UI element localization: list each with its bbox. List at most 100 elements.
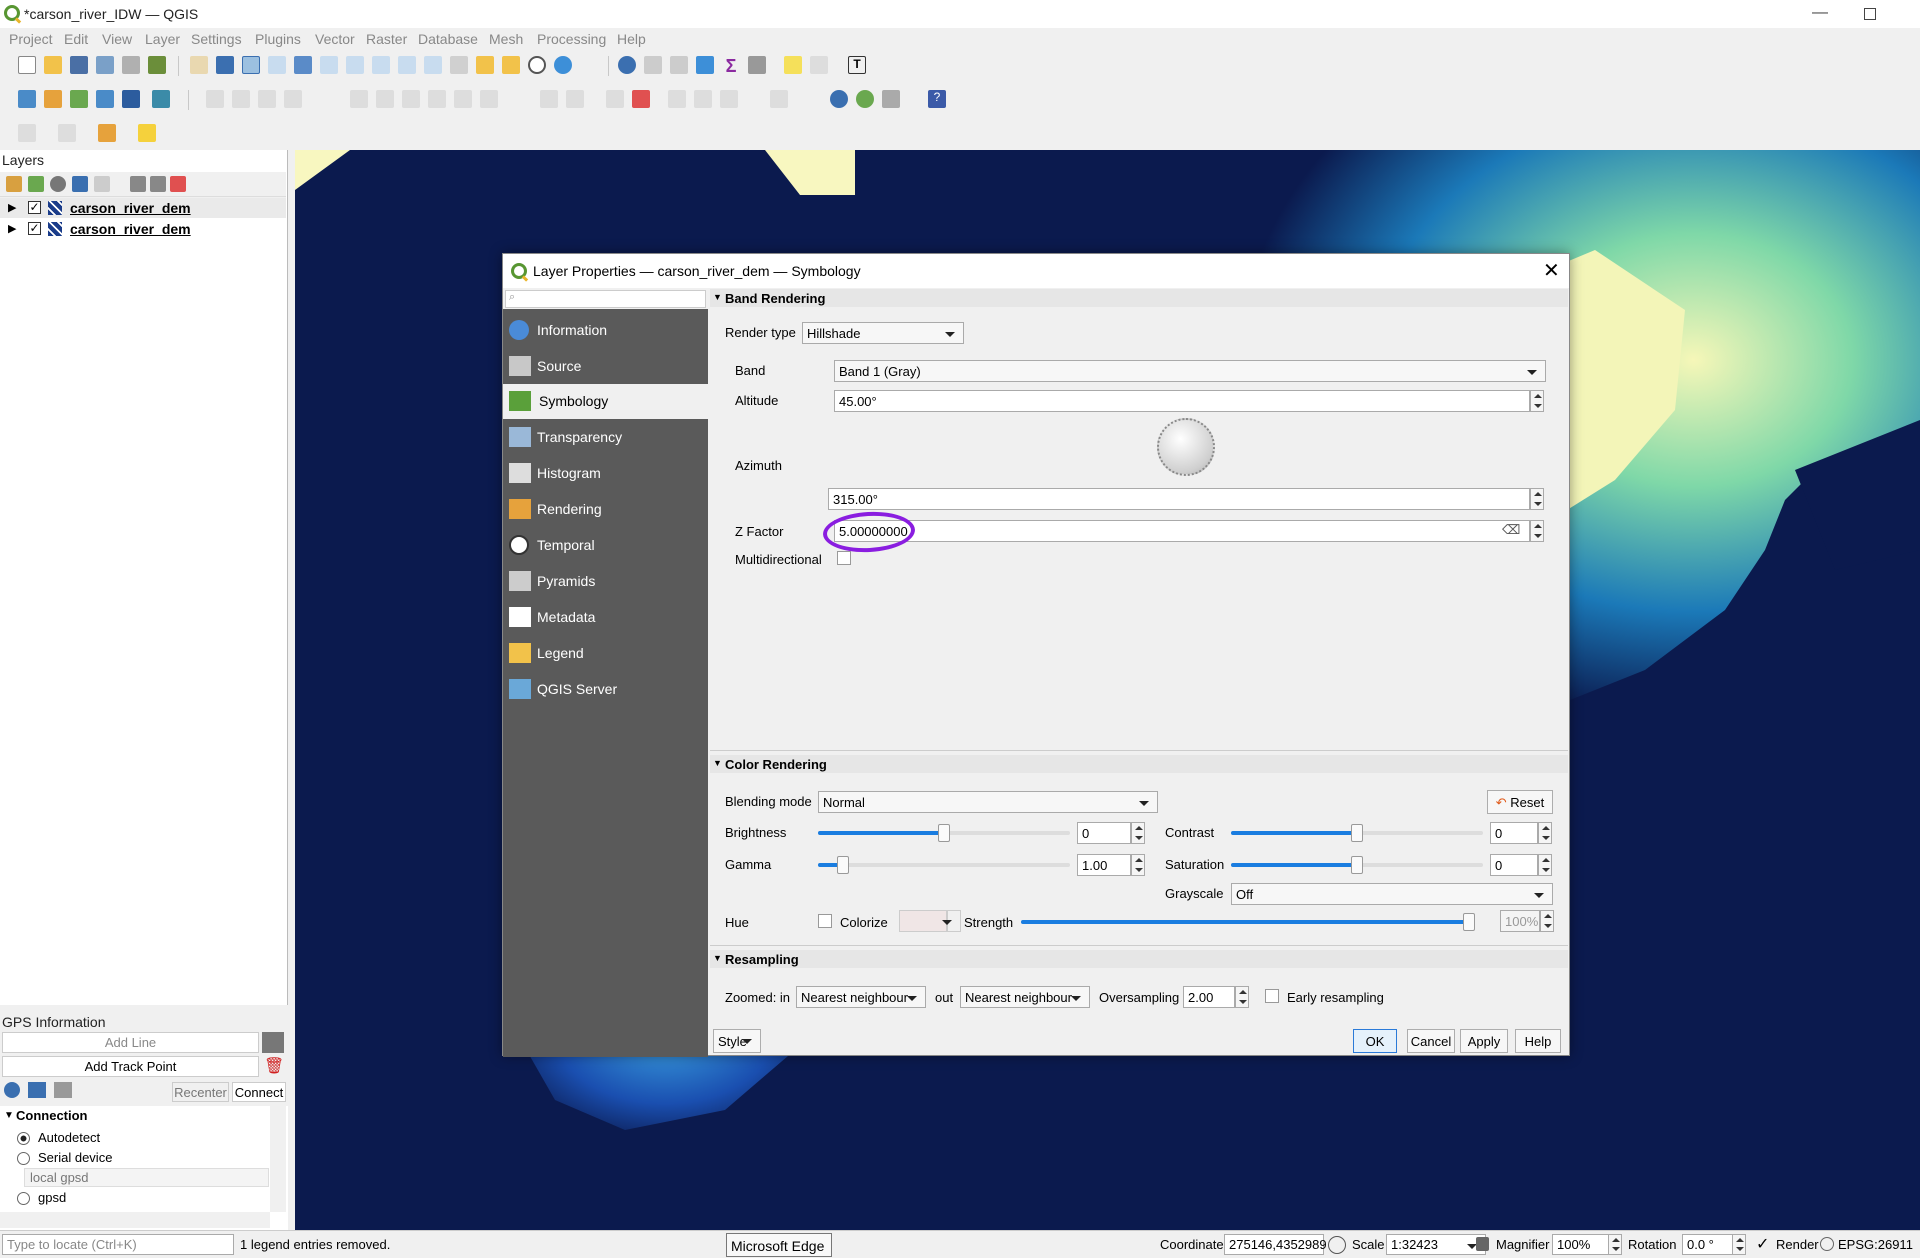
text-annotation-icon[interactable]: T (848, 56, 866, 74)
brightness-field[interactable]: 0 (1077, 822, 1131, 844)
collapse-arrow-icon[interactable]: ▼ (713, 953, 722, 963)
nav-histogram[interactable]: Histogram (503, 456, 708, 491)
ok-button[interactable]: OK (1353, 1029, 1397, 1053)
label-abc-icon[interactable] (632, 90, 650, 108)
gps-info-icon[interactable] (4, 1082, 20, 1098)
zoom-next-icon[interactable] (424, 56, 442, 74)
toggle-editing-icon[interactable] (206, 90, 224, 108)
nav-transparency[interactable]: Transparency (503, 420, 708, 455)
temporal-controller-icon[interactable] (528, 56, 546, 74)
zoom-native-icon[interactable] (372, 56, 390, 74)
layer-2-name[interactable]: carson_river_dem (70, 221, 191, 237)
contrast-field[interactable]: 0 (1490, 822, 1538, 844)
strength-spin[interactable] (1540, 910, 1554, 932)
collapse-all-icon[interactable] (150, 176, 166, 192)
nav-qgis-server[interactable]: QGIS Server (503, 672, 708, 707)
altitude-field[interactable]: 45.00° (834, 390, 1530, 412)
strength-field[interactable]: 100% (1500, 910, 1540, 932)
zfactor-field[interactable]: 5.00000000 (834, 520, 1530, 542)
crs-globe-icon[interactable] (1820, 1237, 1834, 1251)
radio-serial-device[interactable] (17, 1152, 30, 1165)
add-track-point-button[interactable]: Add Track Point (2, 1056, 259, 1077)
brightness-spin[interactable] (1131, 822, 1145, 844)
oversampling-field[interactable]: 2.00 (1183, 986, 1235, 1008)
cancel-button[interactable]: Cancel (1407, 1029, 1455, 1053)
label-rotate-icon[interactable] (694, 90, 712, 108)
label-icon[interactable] (540, 90, 558, 108)
label-change-icon[interactable] (720, 90, 738, 108)
apply-button[interactable]: Apply (1460, 1029, 1508, 1053)
edit-pencil-icon[interactable] (232, 90, 250, 108)
data-source-manager-icon[interactable] (18, 90, 36, 108)
print-layout-icon[interactable] (122, 56, 140, 74)
resampling-header-bar[interactable]: ▼ Resampling (710, 950, 1568, 968)
grayscale-select[interactable]: Off (1231, 883, 1553, 905)
recenter-button[interactable]: Recenter (172, 1082, 229, 1102)
label-show-hide-icon[interactable] (770, 90, 788, 108)
pan-icon[interactable] (190, 56, 208, 74)
pan-to-selection-icon[interactable] (216, 56, 234, 74)
delete-trash-icon[interactable]: 🗑 (264, 1056, 284, 1076)
field-calculator-icon[interactable] (670, 56, 688, 74)
style-layer-icon[interactable] (6, 176, 22, 192)
azimuth-spin[interactable] (1530, 488, 1544, 510)
menu-project[interactable]: Project (9, 31, 53, 47)
expand-arrow-icon[interactable]: ▶ (8, 201, 16, 214)
coordinate-field[interactable]: 275146,4352989 (1224, 1234, 1327, 1255)
clear-field-icon[interactable]: ⌫ (1502, 522, 1520, 538)
save-as-icon[interactable] (96, 56, 114, 74)
collapse-arrow-icon[interactable]: ▼ (713, 292, 722, 302)
new-shapefile-icon[interactable] (70, 90, 88, 108)
layer-1-checkbox[interactable]: ✓ (28, 201, 41, 214)
show-bookmarks-icon[interactable] (502, 56, 520, 74)
nav-pyramids[interactable]: Pyramids (503, 564, 708, 599)
new-project-icon[interactable] (18, 56, 36, 74)
saturation-field[interactable]: 0 (1490, 854, 1538, 876)
zoomed-in-select[interactable]: Nearest neighbour (796, 986, 926, 1008)
menu-layer[interactable]: Layer (145, 31, 180, 47)
menu-settings[interactable]: Settings (191, 31, 242, 47)
gamma-spin[interactable] (1131, 854, 1145, 876)
menu-processing[interactable]: Processing (537, 31, 606, 47)
colorize-color-swatch[interactable] (899, 910, 947, 932)
multidirectional-checkbox[interactable] (837, 551, 851, 565)
nav-legend[interactable]: Legend (503, 636, 708, 671)
nav-rendering[interactable]: Rendering (503, 492, 708, 527)
band-select[interactable]: Band 1 (Gray) (834, 360, 1546, 382)
nav-symbology[interactable]: Symbology (503, 384, 708, 419)
redo-icon[interactable] (480, 90, 498, 108)
scale-select[interactable]: 1:32423 (1386, 1234, 1486, 1255)
shape-digitizing-icon[interactable] (58, 124, 76, 142)
statistics-sum-icon[interactable]: Σ (722, 56, 740, 76)
layer-row-2[interactable]: ▶ ✓ carson_river_dem (0, 219, 286, 239)
menu-raster[interactable]: Raster (366, 31, 407, 47)
gpsd-host-field[interactable]: local gpsd (24, 1168, 269, 1187)
nav-metadata[interactable]: Metadata (503, 600, 708, 635)
plugin-tool-icon[interactable] (882, 90, 900, 108)
copy-icon[interactable] (402, 90, 420, 108)
digitize-icon[interactable] (96, 90, 114, 108)
color-rendering-header-bar[interactable]: ▼ Color Rendering (710, 755, 1568, 773)
attribute-table-icon[interactable] (644, 56, 662, 74)
collapse-arrow-icon[interactable]: ▼ (713, 758, 722, 768)
remove-layer-icon[interactable] (170, 176, 186, 192)
select-features-icon[interactable] (98, 124, 116, 142)
menu-help[interactable]: Help (617, 31, 646, 47)
restore-icon[interactable] (1864, 8, 1876, 20)
style-menu-button[interactable]: Style (713, 1029, 761, 1053)
blending-mode-select[interactable]: Normal (818, 791, 1158, 813)
paste-icon[interactable] (428, 90, 446, 108)
menu-view[interactable]: View (102, 31, 132, 47)
minimize-icon[interactable]: — (1812, 4, 1828, 22)
virtual-layer-icon[interactable] (122, 90, 140, 108)
expand-arrow-icon[interactable]: ▶ (8, 222, 16, 235)
gps-hscrollbar[interactable] (0, 1212, 270, 1228)
nav-temporal[interactable]: Temporal (503, 528, 708, 563)
expand-all-icon[interactable] (130, 176, 146, 192)
nav-information[interactable]: Information (503, 313, 708, 348)
menu-vector[interactable]: Vector (315, 31, 355, 47)
gamma-field[interactable]: 1.00 (1077, 854, 1131, 876)
bookmark-icon[interactable] (476, 56, 494, 74)
crs-label[interactable]: EPSG:26911 (1838, 1237, 1913, 1252)
lock-scale-icon[interactable] (1476, 1237, 1489, 1251)
